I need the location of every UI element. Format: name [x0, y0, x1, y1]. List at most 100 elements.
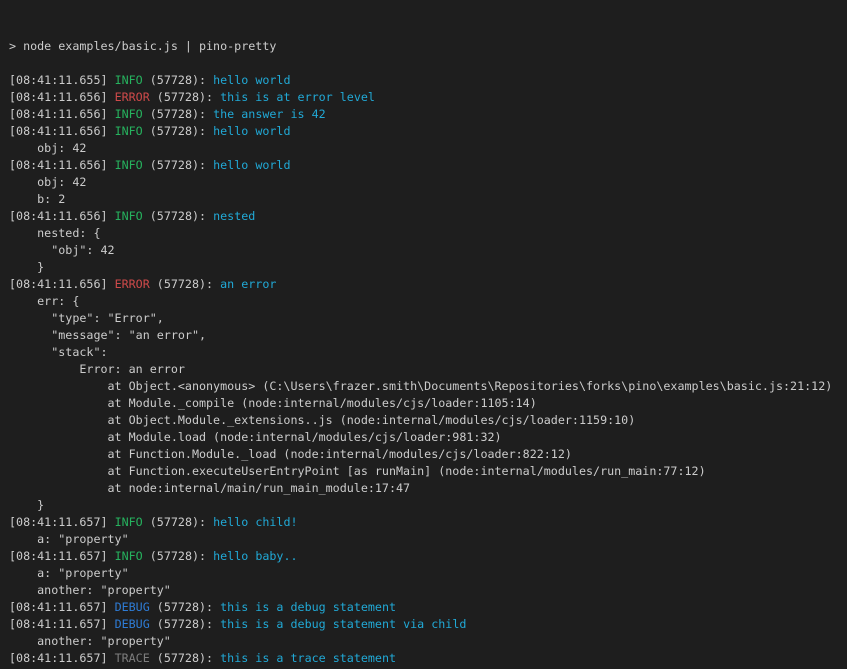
terminal-line: > node examples/basic.js | pino-pretty [9, 38, 847, 55]
terminal-line: at Function.executeUserEntryPoint [as ru… [9, 463, 847, 480]
log-message: hello world [213, 124, 290, 138]
log-message: this is a debug statement via child [220, 617, 466, 631]
terminal-line: a: "property" [9, 531, 847, 548]
timestamp: [08:41:11.657] [9, 651, 115, 665]
log-level: ERROR [115, 90, 150, 104]
process-id: (57728): [150, 90, 220, 104]
stack-line: Error: an error [9, 362, 185, 376]
log-message: nested [213, 209, 255, 223]
process-id: (57728): [143, 209, 213, 223]
log-level: TRACE [115, 651, 150, 665]
process-id: (57728): [150, 617, 220, 631]
terminal-line: nested: { [9, 225, 847, 242]
log-property: "type": "Error", [9, 311, 164, 325]
log-message: hello world [213, 73, 290, 87]
log-message: hello baby.. [213, 549, 297, 563]
timestamp: [08:41:11.657] [9, 600, 115, 614]
log-property: a: "property" [9, 532, 129, 546]
log-level: INFO [115, 158, 143, 172]
log-level: INFO [115, 124, 143, 138]
terminal-line: } [9, 497, 847, 514]
log-property: err: { [9, 294, 79, 308]
log-level: INFO [115, 549, 143, 563]
process-id: (57728): [143, 124, 213, 138]
terminal-line: [08:41:11.656] ERROR (57728): an error [9, 276, 847, 293]
terminal-line: [08:41:11.656] ERROR (57728): this is at… [9, 89, 847, 106]
log-property: obj: 42 [9, 175, 86, 189]
log-level: INFO [115, 515, 143, 529]
terminal-line: at Module._compile (node:internal/module… [9, 395, 847, 412]
log-level: INFO [115, 209, 143, 223]
timestamp: [08:41:11.656] [9, 90, 115, 104]
terminal-line: [08:41:11.656] INFO (57728): nested [9, 208, 847, 225]
stack-line: at Module._compile (node:internal/module… [9, 396, 537, 410]
stack-line: at Function.executeUserEntryPoint [as ru… [9, 464, 706, 478]
terminal-line: a: "property" [9, 565, 847, 582]
terminal-line: Error: an error [9, 361, 847, 378]
log-property: } [9, 260, 44, 274]
terminal-line: at Module.load (node:internal/modules/cj… [9, 429, 847, 446]
process-id: (57728): [143, 549, 213, 563]
terminal-line: [08:41:11.657] INFO (57728): hello child… [9, 514, 847, 531]
log-property: "message": "an error", [9, 328, 206, 342]
terminal-line: [08:41:11.657] DEBUG (57728): this is a … [9, 616, 847, 633]
terminal-line: "obj": 42 [9, 242, 847, 259]
log-property: } [9, 498, 44, 512]
terminal-output: > node examples/basic.js | pino-pretty [0… [9, 38, 847, 669]
log-property: "obj": 42 [9, 243, 115, 257]
terminal-line: obj: 42 [9, 140, 847, 157]
terminal-line: "stack": [9, 344, 847, 361]
terminal-line: [08:41:11.655] INFO (57728): hello world [9, 72, 847, 89]
process-id: (57728): [150, 600, 220, 614]
log-property: obj: 42 [9, 141, 86, 155]
terminal-line: at node:internal/main/run_main_module:17… [9, 480, 847, 497]
log-level: INFO [115, 107, 143, 121]
terminal-line: "type": "Error", [9, 310, 847, 327]
terminal-line: b: 2 [9, 191, 847, 208]
terminal-line [9, 55, 847, 72]
log-message: the answer is 42 [213, 107, 326, 121]
log-property: "stack": [9, 345, 108, 359]
timestamp: [08:41:11.656] [9, 158, 115, 172]
log-property: another: "property" [9, 583, 171, 597]
stack-line: at Object.Module._extensions..js (node:i… [9, 413, 635, 427]
stack-line: at node:internal/main/run_main_module:17… [9, 481, 410, 495]
timestamp: [08:41:11.656] [9, 277, 115, 291]
process-id: (57728): [143, 107, 213, 121]
terminal-line: "message": "an error", [9, 327, 847, 344]
timestamp: [08:41:11.656] [9, 209, 115, 223]
terminal-line: [08:41:11.656] INFO (57728): hello world [9, 123, 847, 140]
terminal[interactable]: > node examples/basic.js | pino-pretty [0… [0, 0, 847, 669]
log-message: hello child! [213, 515, 297, 529]
timestamp: [08:41:11.657] [9, 549, 115, 563]
terminal-line: at Function.Module._load (node:internal/… [9, 446, 847, 463]
log-level: ERROR [115, 277, 150, 291]
command: > node examples/basic.js | pino-pretty [9, 39, 276, 53]
log-message: hello world [213, 158, 290, 172]
log-level: DEBUG [115, 600, 150, 614]
log-property: b: 2 [9, 192, 65, 206]
timestamp: [08:41:11.657] [9, 515, 115, 529]
terminal-line: [08:41:11.657] TRACE (57728): this is a … [9, 650, 847, 667]
log-level: DEBUG [115, 617, 150, 631]
log-message: this is a trace statement [220, 651, 396, 665]
timestamp: [08:41:11.656] [9, 107, 115, 121]
terminal-line: } [9, 259, 847, 276]
terminal-line: [08:41:11.657] DEBUG (57728): this is a … [9, 599, 847, 616]
stack-line: at Function.Module._load (node:internal/… [9, 447, 572, 461]
terminal-line: obj: 42 [9, 174, 847, 191]
timestamp: [08:41:11.656] [9, 124, 115, 138]
terminal-line: [08:41:11.657] INFO (57728): hello baby.… [9, 548, 847, 565]
timestamp: [08:41:11.655] [9, 73, 115, 87]
process-id: (57728): [143, 73, 213, 87]
stack-line: at Module.load (node:internal/modules/cj… [9, 430, 502, 444]
terminal-line: at Object.Module._extensions..js (node:i… [9, 412, 847, 429]
log-message: this is at error level [220, 90, 375, 104]
stack-line: at Object.<anonymous> (C:\Users\frazer.s… [9, 379, 832, 393]
terminal-line: [08:41:11.656] INFO (57728): hello world [9, 157, 847, 174]
log-message: this is a debug statement [220, 600, 396, 614]
log-message: an error [220, 277, 276, 291]
terminal-line: [08:41:11.656] INFO (57728): the answer … [9, 106, 847, 123]
terminal-line: another: "property" [9, 582, 847, 599]
terminal-line: err: { [9, 293, 847, 310]
